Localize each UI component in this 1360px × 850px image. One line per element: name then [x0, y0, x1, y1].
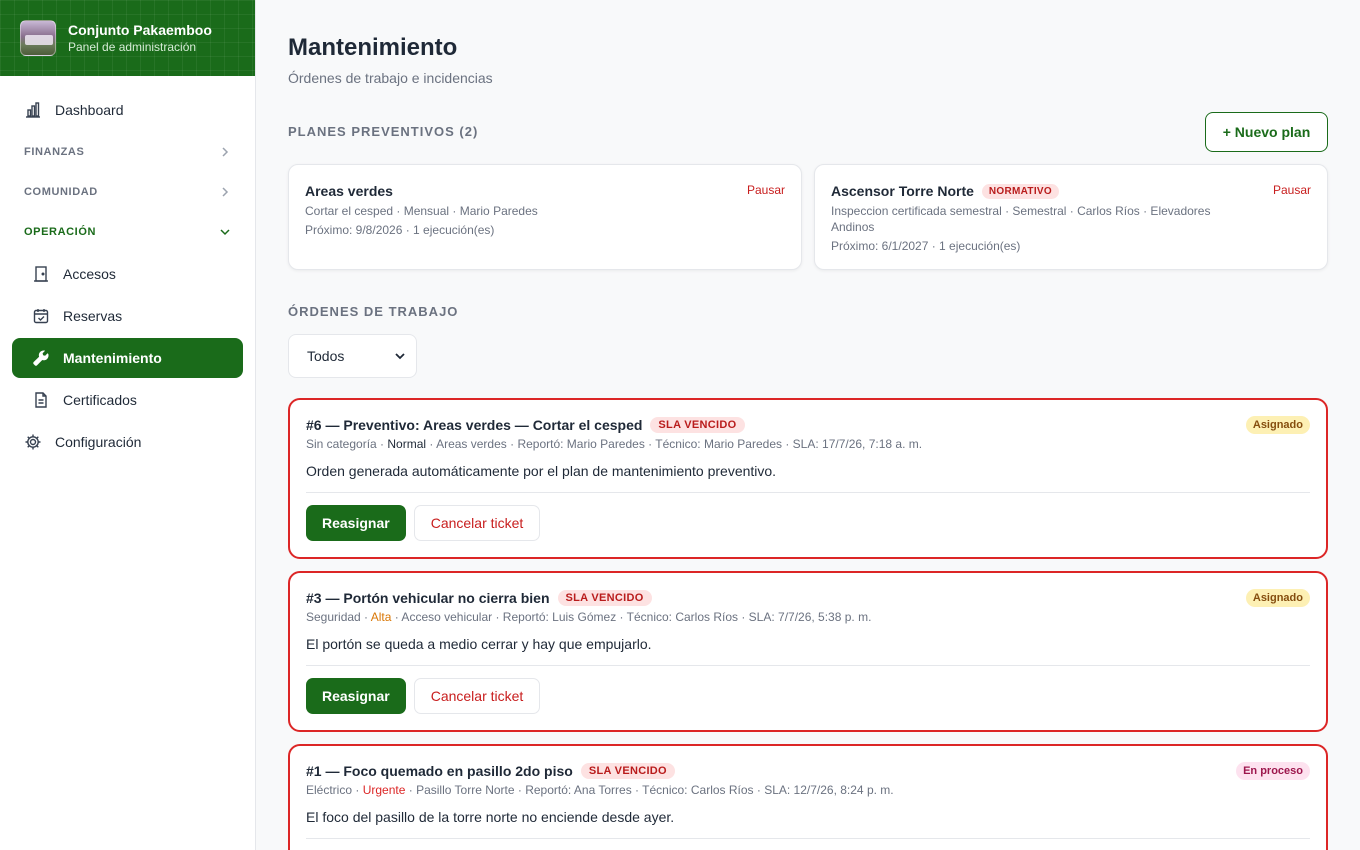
page-subtitle: Órdenes de trabajo e incidencias	[288, 70, 493, 86]
sla-overdue-badge: SLA VENCIDO	[557, 590, 652, 606]
sidebar-item-configuracion[interactable]: Configuración	[12, 422, 243, 462]
chevron-down-icon	[394, 350, 406, 362]
sla-overdue-badge: SLA VENCIDO	[650, 417, 745, 433]
sidebar-item-dashboard[interactable]: Dashboard	[12, 90, 243, 130]
sidebar-item-reservas[interactable]: Reservas	[12, 296, 243, 336]
bar-chart-icon	[24, 101, 42, 119]
order-priority: Alta	[370, 610, 392, 624]
cancel-ticket-button[interactable]: Cancelar ticket	[413, 678, 541, 714]
sidebar-group-label: COMUNIDAD	[24, 186, 98, 198]
order-description: Orden generada automáticamente por el pl…	[306, 462, 1310, 493]
brand-title: Conjunto Pakaemboo	[68, 22, 212, 38]
order-title: #1 — Foco quemado en pasillo 2do piso	[306, 763, 573, 779]
sidebar-group-label: FINANZAS	[24, 146, 85, 158]
brand-subtitle: Panel de administración	[68, 40, 197, 54]
wrench-icon	[32, 349, 50, 367]
reassign-button[interactable]: Reasignar	[306, 678, 406, 714]
sidebar-item-label: Dashboard	[55, 102, 124, 118]
plan-name: Areas verdes	[305, 183, 393, 199]
gear-icon	[24, 433, 42, 451]
sidebar-item-label: Certificados	[63, 392, 137, 408]
plans-section-label: PLANES PREVENTIVOS (2)	[288, 124, 479, 139]
sidebar-group-comunidad[interactable]: COMUNIDAD	[12, 172, 243, 212]
plan-name: Ascensor Torre Norte	[831, 183, 974, 199]
sidebar-item-mantenimiento[interactable]: Mantenimiento	[12, 338, 243, 378]
sidebar-item-label: Mantenimiento	[63, 350, 162, 366]
order-title: #3 — Portón vehicular no cierra bien	[306, 590, 550, 606]
order-details: · Acceso vehicular · Reportó: Luis Gómez…	[394, 610, 872, 624]
sidebar-item-label: Configuración	[55, 434, 142, 450]
sidebar-nav: Dashboard FINANZAS COMUNIDAD OPERACIÓN A…	[0, 76, 255, 462]
status-badge: En proceso	[1236, 762, 1310, 780]
plan-card: Ascensor Torre Norte NORMATIVO Inspeccio…	[814, 164, 1328, 270]
plan-description: Cortar el cesped · Mensual · Mario Pared…	[305, 204, 538, 218]
order-priority: Normal	[387, 437, 427, 451]
order-details: · Areas verdes · Reportó: Mario Paredes …	[429, 437, 923, 451]
sidebar-item-label: Accesos	[63, 266, 116, 282]
sidebar-group-operacion[interactable]: OPERACIÓN	[12, 212, 243, 252]
pause-plan-link[interactable]: Pausar	[747, 183, 785, 197]
order-category: Seguridad	[306, 610, 361, 624]
sidebar-item-accesos[interactable]: Accesos	[12, 254, 243, 294]
orders-section-label: ÓRDENES DE TRABAJO	[288, 304, 459, 319]
order-description: El portón se queda a medio cerrar y hay …	[306, 635, 1310, 666]
main-content: Mantenimiento Órdenes de trabajo e incid…	[256, 0, 1360, 850]
page-title: Mantenimiento	[288, 34, 458, 61]
sidebar-item-certificados[interactable]: Certificados	[12, 380, 243, 420]
order-title: #6 — Preventivo: Areas verdes — Cortar e…	[306, 417, 643, 433]
door-icon	[32, 265, 50, 283]
status-badge: Asignado	[1245, 416, 1310, 434]
sidebar: Conjunto Pakaemboo Panel de administraci…	[0, 0, 256, 850]
order-meta: Eléctrico · Urgente · Pasillo Torre Nort…	[306, 783, 894, 797]
chevron-down-icon	[219, 226, 231, 238]
status-filter-select[interactable]: Todos	[288, 334, 417, 378]
order-category: Eléctrico	[306, 783, 353, 797]
work-order-card: #1 — Foco quemado en pasillo 2do piso SL…	[288, 744, 1328, 850]
brand-logo	[20, 20, 56, 56]
document-icon	[32, 391, 50, 409]
reassign-button[interactable]: Reasignar	[306, 505, 406, 541]
brand-header[interactable]: Conjunto Pakaemboo Panel de administraci…	[0, 0, 255, 76]
chevron-right-icon	[219, 146, 231, 158]
plan-next-run: Próximo: 6/1/2027 · 1 ejecución(es)	[831, 239, 1021, 253]
plan-next-run: Próximo: 9/8/2026 · 1 ejecución(es)	[305, 223, 495, 237]
calendar-check-icon	[32, 307, 50, 325]
sla-overdue-badge: SLA VENCIDO	[580, 763, 675, 779]
order-meta: Seguridad · Alta · Acceso vehicular · Re…	[306, 610, 872, 624]
order-description: El foco del pasillo de la torre norte no…	[306, 808, 1310, 839]
order-priority: Urgente	[362, 783, 406, 797]
pause-plan-link[interactable]: Pausar	[1273, 183, 1311, 197]
sidebar-group-finanzas[interactable]: FINANZAS	[12, 132, 243, 172]
cancel-ticket-button[interactable]: Cancelar ticket	[413, 505, 541, 541]
normativo-badge: NORMATIVO	[981, 183, 1059, 199]
plan-card: Areas verdes Cortar el cesped · Mensual …	[288, 164, 802, 270]
filter-value: Todos	[307, 348, 345, 364]
plan-description: Inspeccion certificada semestral · Semes…	[831, 204, 1211, 234]
sidebar-item-label: Reservas	[63, 308, 123, 324]
new-plan-button[interactable]: + Nuevo plan	[1205, 112, 1328, 152]
sidebar-group-label: OPERACIÓN	[24, 226, 97, 238]
order-details: · Pasillo Torre Norte · Reportó: Ana Tor…	[408, 783, 894, 797]
work-order-card: #6 — Preventivo: Areas verdes — Cortar e…	[288, 398, 1328, 559]
status-badge: Asignado	[1245, 589, 1310, 607]
order-category: Sin categoría	[306, 437, 377, 451]
work-order-card: #3 — Portón vehicular no cierra bien SLA…	[288, 571, 1328, 732]
order-meta: Sin categoría · Normal · Areas verdes · …	[306, 437, 923, 451]
chevron-right-icon	[219, 186, 231, 198]
